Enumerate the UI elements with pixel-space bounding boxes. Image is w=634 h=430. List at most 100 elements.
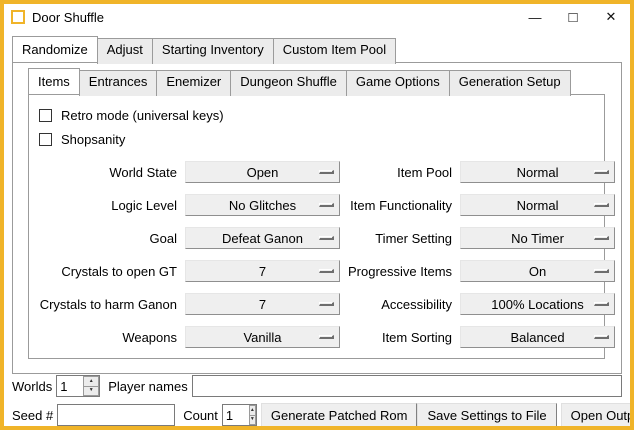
weapons-dropdown[interactable]: Vanilla — [185, 326, 340, 348]
count-spinbox[interactable]: ▲ ▼ — [222, 404, 257, 426]
weapons-value: Vanilla — [243, 330, 281, 345]
window-title: Door Shuffle — [32, 10, 104, 25]
minimize-icon: — — [529, 10, 542, 25]
item-functionality-label: Item Functionality — [348, 198, 452, 213]
tab-randomize[interactable]: Randomize — [12, 36, 98, 62]
dropdown-indicator-icon — [319, 269, 334, 273]
item-sorting-dropdown[interactable]: Balanced — [460, 326, 615, 348]
randomize-pane: Items Entrances Enemizer Dungeon Shuffle… — [12, 62, 622, 374]
progressive-items-label: Progressive Items — [348, 264, 452, 279]
dropdown-indicator-icon — [594, 269, 609, 273]
retro-mode-label: Retro mode (universal keys) — [61, 108, 224, 123]
dropdown-indicator-icon — [319, 170, 334, 174]
open-output-directory-button[interactable]: Open Output Directory — [561, 403, 630, 426]
bottom-controls: Worlds ▲ ▼ Player names Seed # Count — [12, 374, 622, 426]
progressive-items-value: On — [529, 264, 546, 279]
seed-input[interactable] — [57, 404, 175, 426]
worlds-input[interactable] — [57, 376, 83, 396]
seed-label: Seed # — [12, 408, 53, 423]
worlds-label: Worlds — [12, 379, 52, 394]
item-sorting-value: Balanced — [510, 330, 564, 345]
item-functionality-value: Normal — [517, 198, 559, 213]
spin-down-icon[interactable]: ▼ — [83, 387, 99, 397]
dropdown-indicator-icon — [319, 203, 334, 207]
spin-up-icon[interactable]: ▲ — [249, 405, 256, 416]
generate-patched-rom-button[interactable]: Generate Patched Rom — [261, 403, 418, 426]
save-settings-button[interactable]: Save Settings to File — [417, 403, 556, 426]
item-pool-value: Normal — [517, 165, 559, 180]
maximize-icon: □ — [568, 10, 577, 25]
logic-level-value: No Glitches — [229, 198, 296, 213]
tab-custom-item-pool[interactable]: Custom Item Pool — [273, 38, 396, 64]
logic-level-dropdown[interactable]: No Glitches — [185, 194, 340, 216]
timer-setting-label: Timer Setting — [348, 231, 452, 246]
accessibility-dropdown[interactable]: 100% Locations — [460, 293, 615, 315]
worlds-spinbox[interactable]: ▲ ▼ — [56, 375, 100, 397]
items-pane: Retro mode (universal keys) Shopsanity W… — [28, 94, 605, 359]
outer-tab-strip: Randomize Adjust Starting Inventory Cust… — [12, 36, 622, 62]
goal-label: Goal — [37, 231, 177, 246]
tab-enemizer[interactable]: Enemizer — [156, 70, 231, 96]
accessibility-value: 100% Locations — [491, 297, 584, 312]
item-functionality-dropdown[interactable]: Normal — [460, 194, 615, 216]
shopsanity-label: Shopsanity — [61, 132, 125, 147]
close-button[interactable]: ✕ — [592, 4, 630, 30]
window: Door Shuffle — □ ✕ Randomize Adjust Star… — [0, 0, 634, 430]
tab-game-options[interactable]: Game Options — [346, 70, 450, 96]
crystals-harm-ganon-value: 7 — [259, 297, 266, 312]
retro-mode-row: Retro mode (universal keys) — [39, 103, 596, 127]
window-content: Randomize Adjust Starting Inventory Cust… — [4, 30, 630, 426]
timer-setting-dropdown[interactable]: No Timer — [460, 227, 615, 249]
spin-up-icon[interactable]: ▲ — [83, 376, 99, 387]
dropdown-indicator-icon — [594, 236, 609, 240]
player-names-input[interactable] — [192, 375, 622, 397]
dropdown-indicator-icon — [594, 302, 609, 306]
dropdown-indicator-icon — [319, 236, 334, 240]
window-controls: — □ ✕ — [516, 4, 630, 30]
dropdown-indicator-icon — [319, 302, 334, 306]
world-state-value: Open — [247, 165, 279, 180]
tab-items[interactable]: Items — [28, 68, 80, 94]
worlds-row: Worlds ▲ ▼ Player names — [12, 374, 622, 398]
tab-dungeon-shuffle[interactable]: Dungeon Shuffle — [230, 70, 347, 96]
crystals-open-gt-label: Crystals to open GT — [37, 264, 177, 279]
count-label: Count — [183, 408, 218, 423]
window-inner: Door Shuffle — □ ✕ Randomize Adjust Star… — [4, 4, 630, 426]
tab-generation-setup[interactable]: Generation Setup — [449, 70, 571, 96]
shopsanity-row: Shopsanity — [39, 127, 596, 151]
weapons-label: Weapons — [37, 330, 177, 345]
app-icon — [11, 10, 25, 24]
world-state-label: World State — [37, 165, 177, 180]
seed-row: Seed # Count ▲ ▼ Generate Patched Rom Sa… — [12, 403, 622, 426]
goal-dropdown[interactable]: Defeat Ganon — [185, 227, 340, 249]
minimize-button[interactable]: — — [516, 4, 554, 30]
titlebar: Door Shuffle — □ ✕ — [4, 4, 630, 30]
goal-value: Defeat Ganon — [222, 231, 303, 246]
tab-starting-inventory[interactable]: Starting Inventory — [152, 38, 274, 64]
options-grid: World State Open Item Pool Normal Logic … — [37, 161, 596, 348]
accessibility-label: Accessibility — [348, 297, 452, 312]
item-sorting-label: Item Sorting — [348, 330, 452, 345]
tab-entrances[interactable]: Entrances — [79, 70, 158, 96]
spin-down-icon[interactable]: ▼ — [249, 416, 256, 426]
worlds-spin-arrows: ▲ ▼ — [83, 376, 99, 396]
inner-tab-strip: Items Entrances Enemizer Dungeon Shuffle… — [28, 68, 605, 94]
count-input[interactable] — [223, 405, 249, 425]
logic-level-label: Logic Level — [37, 198, 177, 213]
maximize-button[interactable]: □ — [554, 4, 592, 30]
dropdown-indicator-icon — [594, 203, 609, 207]
progressive-items-dropdown[interactable]: On — [460, 260, 615, 282]
dropdown-indicator-icon — [594, 170, 609, 174]
retro-mode-checkbox[interactable] — [39, 109, 52, 122]
crystals-open-gt-dropdown[interactable]: 7 — [185, 260, 340, 282]
crystals-harm-ganon-dropdown[interactable]: 7 — [185, 293, 340, 315]
player-names-label: Player names — [108, 379, 187, 394]
tab-adjust[interactable]: Adjust — [97, 38, 153, 64]
count-spin-arrows: ▲ ▼ — [249, 405, 256, 425]
shopsanity-checkbox[interactable] — [39, 133, 52, 146]
timer-setting-value: No Timer — [511, 231, 564, 246]
crystals-open-gt-value: 7 — [259, 264, 266, 279]
item-pool-label: Item Pool — [348, 165, 452, 180]
item-pool-dropdown[interactable]: Normal — [460, 161, 615, 183]
world-state-dropdown[interactable]: Open — [185, 161, 340, 183]
